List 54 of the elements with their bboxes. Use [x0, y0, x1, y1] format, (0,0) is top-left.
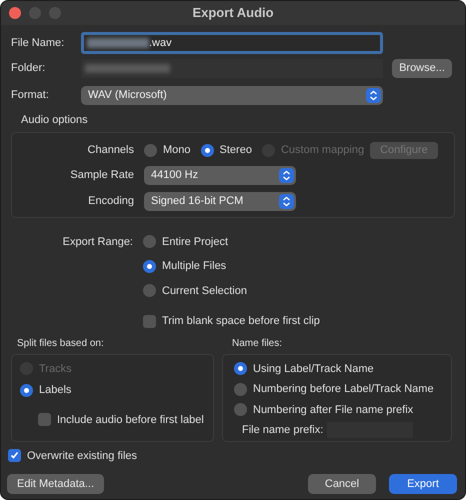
chevron-updown-icon [279, 194, 294, 209]
checkbox-label: Include audio before first label [57, 412, 204, 428]
radio-label: Current Selection [162, 284, 247, 298]
dropdown[interactable]: Signed 16-bit PCM [144, 192, 296, 211]
checkbox[interactable] [8, 449, 21, 462]
field-label: File Name: [11, 36, 66, 51]
group-title: Split files based on: [17, 336, 105, 350]
file-name-field[interactable]: .wav [81, 32, 383, 54]
dialog-button[interactable]: Export [389, 474, 457, 494]
dialog-button[interactable]: Edit Metadata... [7, 474, 104, 494]
checkbox[interactable] [38, 413, 51, 426]
checkbox-label: Trim blank space before first clip [162, 314, 320, 329]
radio-button[interactable] [143, 235, 156, 248]
chevron-updown-icon [366, 88, 381, 102]
dropdown[interactable]: 44100 Hz [144, 166, 296, 185]
radio-button[interactable] [143, 260, 156, 273]
file-name-value: .wav [149, 36, 172, 51]
radio-label: Multiple Files [162, 259, 226, 274]
close-button[interactable] [9, 7, 21, 19]
radio-label: Numbering before Label/Track Name [253, 382, 434, 397]
checkmark-icon [10, 451, 19, 460]
row-label: Encoding [87, 194, 135, 210]
radio-label: Tracks [39, 362, 72, 376]
radio-label: Labels [39, 383, 72, 398]
window-title: Export Audio [192, 4, 274, 22]
browse-button[interactable]: Browse... [392, 59, 452, 78]
radio-button[interactable] [234, 382, 247, 396]
radio-button[interactable] [144, 144, 157, 157]
radio-label: Numbering after File name prefix [253, 402, 414, 418]
dialog-button[interactable]: Cancel [308, 474, 376, 494]
radio-label: Custom mapping [280, 143, 364, 158]
group-title: Name files: [232, 336, 284, 350]
field-label: Folder: [11, 61, 46, 76]
field-label: Format: [11, 88, 50, 103]
group-title: Audio options [21, 113, 89, 128]
row-label: Sample Rate [69, 168, 135, 184]
radio-button[interactable] [234, 403, 247, 416]
field-label: File name prefix: [242, 423, 324, 438]
checkbox[interactable] [143, 314, 156, 328]
radio-button[interactable] [20, 384, 33, 397]
dropdown[interactable]: WAV (Microsoft) [81, 86, 383, 104]
radio-label: Using Label/Track Name [253, 362, 374, 376]
radio-label: Entire Project [162, 234, 228, 250]
radio-button[interactable] [143, 284, 156, 298]
radio-button[interactable] [200, 144, 214, 157]
radio-button[interactable] [234, 362, 247, 376]
row-label: Channels [86, 143, 135, 158]
radio-label: Stereo [220, 143, 252, 158]
radio-label: Mono [163, 143, 191, 158]
chevron-updown-icon [279, 168, 294, 183]
row-label: Export Range: [62, 234, 134, 250]
redacted-text [87, 38, 149, 48]
folder-field[interactable] [81, 59, 383, 78]
checkbox-label: Overwrite existing files [27, 448, 138, 464]
